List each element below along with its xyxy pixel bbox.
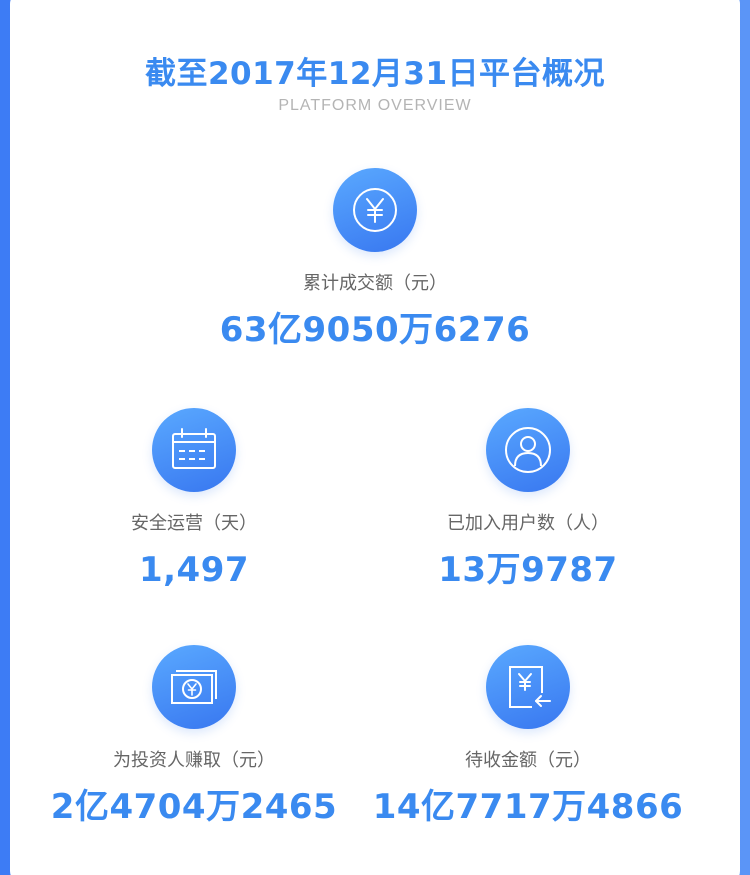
stat-value: 2亿4704万2465 (50, 787, 338, 827)
stat-value: 63亿9050万6276 (219, 310, 531, 350)
yen-receive-icon (486, 645, 570, 729)
stat-label: 累计成交额（元） (303, 273, 447, 294)
stat-earnings: 为投资人赚取（元） 2亿4704万2465 (14, 645, 374, 827)
calendar-icon (152, 408, 236, 492)
stat-safe-days: 安全运营（天） 1,497 (14, 408, 374, 590)
user-icon (486, 408, 570, 492)
stat-users: 已加入用户数（人） 13万9787 (348, 408, 708, 590)
stat-pending: 待收金额（元） 14亿7717万4866 (348, 645, 708, 827)
stat-value: 14亿7717万4866 (372, 787, 684, 827)
stat-value: 13万9787 (438, 550, 618, 590)
page-title: 截至2017年12月31日平台概况 (144, 56, 606, 92)
stat-label: 待收金额（元） (465, 750, 591, 771)
stat-label: 安全运营（天） (131, 513, 257, 534)
page-subtitle: PLATFORM OVERVIEW (278, 97, 472, 114)
stat-total-volume: 累计成交额（元） 63亿9050万6276 (195, 168, 555, 350)
stat-label: 为投资人赚取（元） (113, 750, 275, 771)
stat-label: 已加入用户数（人） (447, 513, 609, 534)
yen-circle-icon (333, 168, 417, 252)
stat-value: 1,497 (138, 550, 250, 590)
banknote-icon (152, 645, 236, 729)
